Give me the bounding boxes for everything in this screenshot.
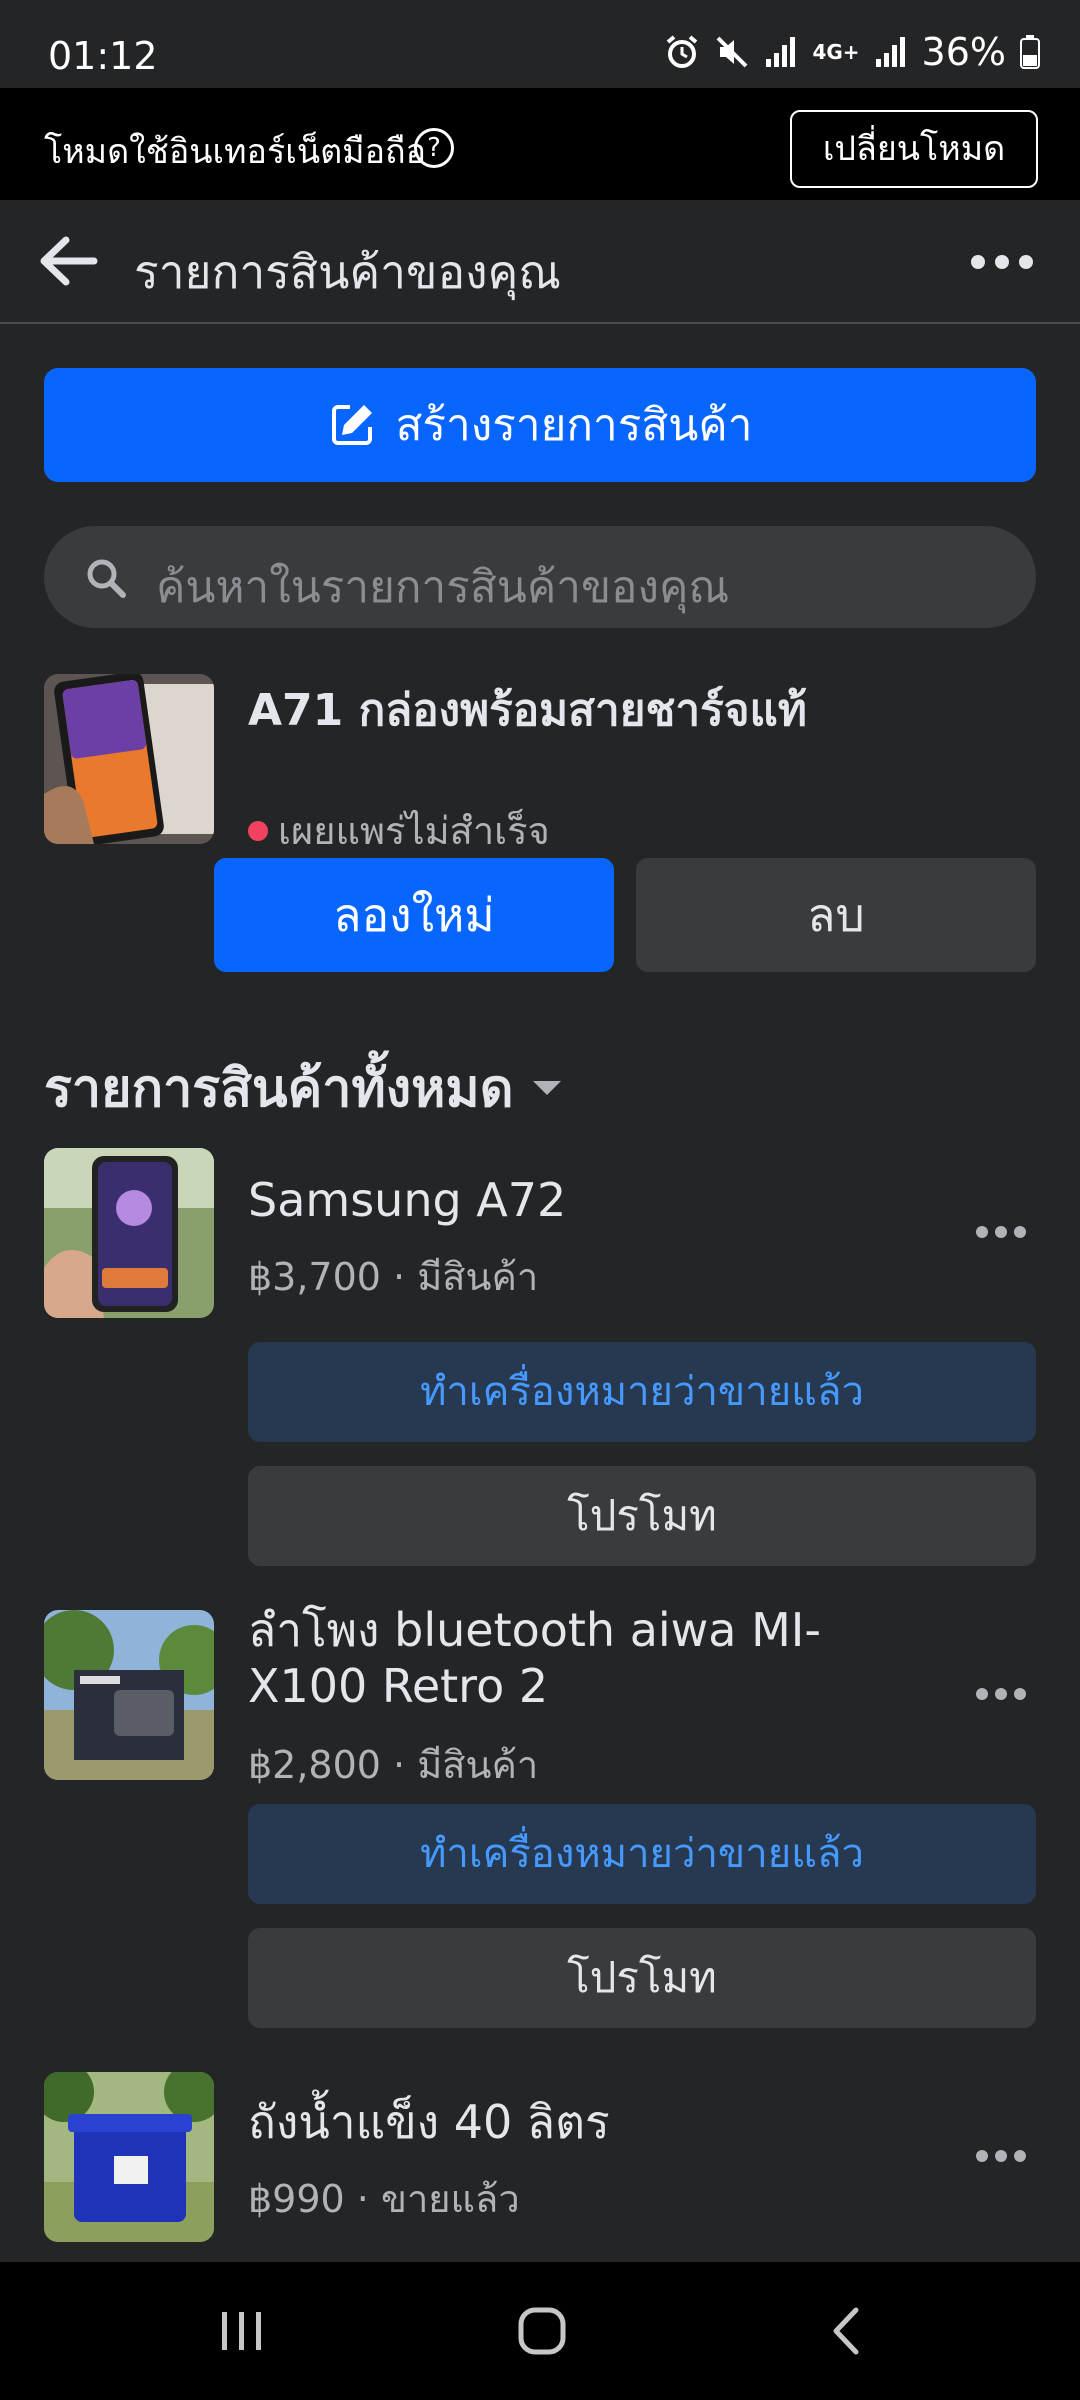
top-app-bar: รายการสินค้าของคุณ	[0, 200, 1080, 324]
system-nav-bar	[0, 2262, 1080, 2400]
failed-listing-status-text: เผยแพร่ไม่สำเร็จ	[278, 809, 550, 853]
caret-down-icon	[533, 1080, 562, 1095]
alarm-icon	[664, 34, 700, 70]
recent-apps-icon[interactable]	[212, 2306, 272, 2356]
listing-status: ขายแล้ว	[380, 2177, 520, 2221]
listing-price: ฿3,700	[248, 1255, 381, 1299]
battery-icon	[1020, 35, 1040, 69]
section-title: รายการสินค้าทั้งหมด	[44, 1059, 514, 1119]
page-title: รายการสินค้าของคุณ	[134, 245, 561, 299]
error-dot-icon	[248, 820, 268, 841]
all-listings-dropdown[interactable]: รายการสินค้าทั้งหมด	[44, 1046, 562, 1129]
search-input[interactable]: ค้นหาในรายการสินค้าของคุณ	[44, 526, 1036, 628]
listing-thumbnail[interactable]	[44, 1610, 214, 1780]
battery-percent: 36%	[921, 30, 1006, 74]
home-icon[interactable]	[512, 2306, 572, 2356]
listing-price: ฿990	[248, 2177, 345, 2221]
failed-listing-status: เผยแพร่ไม่สำเร็จ	[248, 800, 550, 861]
search-icon	[87, 559, 126, 598]
back-icon[interactable]	[818, 2306, 878, 2356]
listing-thumbnail[interactable]	[44, 1148, 214, 1318]
listing-meta: ฿2,800 · มีสินค้า	[248, 1743, 539, 1787]
mark-as-sold-button[interactable]: ทำเครื่องหมายว่าขายแล้ว	[248, 1804, 1036, 1904]
switch-mode-button[interactable]: เปลี่ยนโหมด	[790, 110, 1038, 188]
help-icon[interactable]: ?	[414, 128, 454, 168]
listing-thumbnail-a71[interactable]	[44, 674, 214, 844]
edit-icon	[331, 405, 372, 445]
listing-meta: ฿990 · ขายแล้ว	[248, 2177, 520, 2221]
failed-listing-title[interactable]: A71 กล่องพร้อมสายชาร์จแท้	[248, 682, 888, 740]
listing-title[interactable]: Samsung A72	[248, 1172, 928, 1228]
listing-thumbnail[interactable]	[44, 2072, 214, 2242]
network-type: 4G+	[812, 40, 860, 64]
listing-status: มีสินค้า	[417, 1743, 539, 1787]
listing-price: ฿2,800	[248, 1743, 381, 1787]
status-bar: 01:12 4G+ 36%	[0, 0, 1080, 88]
promote-button[interactable]: โปรโมท	[248, 1466, 1036, 1566]
more-options-icon[interactable]	[970, 252, 1034, 272]
listing-title[interactable]: ลำโพง bluetooth aiwa MI-X100 Retro 2	[248, 1602, 928, 1714]
data-mode-bar: โหมดใช้อินเทอร์เน็ตมือถือ ? เปลี่ยนโหมด	[0, 88, 1080, 200]
status-icons: 4G+ 36%	[664, 30, 1040, 74]
data-mode-label: โหมดใช้อินเทอร์เน็ตมือถือ	[44, 132, 427, 172]
create-listing-button[interactable]: สร้างรายการสินค้า	[44, 368, 1036, 482]
mute-icon	[714, 34, 750, 70]
retry-button[interactable]: ลองใหม่	[214, 858, 614, 972]
listing-more-icon[interactable]	[976, 2148, 1026, 2164]
signal-icon	[874, 35, 908, 69]
listing-title[interactable]: ถังน้ำแข็ง 40 ลิตร	[248, 2094, 928, 2150]
promote-button[interactable]: โปรโมท	[248, 1928, 1036, 2028]
create-listing-label: สร้างรายการสินค้า	[395, 400, 753, 451]
status-time: 01:12	[48, 34, 158, 78]
listing-meta: ฿3,700 · มีสินค้า	[248, 1255, 539, 1299]
back-arrow-icon[interactable]	[38, 234, 98, 288]
signal-icon	[764, 35, 798, 69]
listing-more-icon[interactable]	[976, 1686, 1026, 1702]
mark-as-sold-button[interactable]: ทำเครื่องหมายว่าขายแล้ว	[248, 1342, 1036, 1442]
listing-more-icon[interactable]	[976, 1224, 1026, 1240]
search-placeholder: ค้นหาในรายการสินค้าของคุณ	[156, 562, 730, 613]
delete-button[interactable]: ลบ	[636, 858, 1036, 972]
listing-status: มีสินค้า	[417, 1255, 539, 1299]
